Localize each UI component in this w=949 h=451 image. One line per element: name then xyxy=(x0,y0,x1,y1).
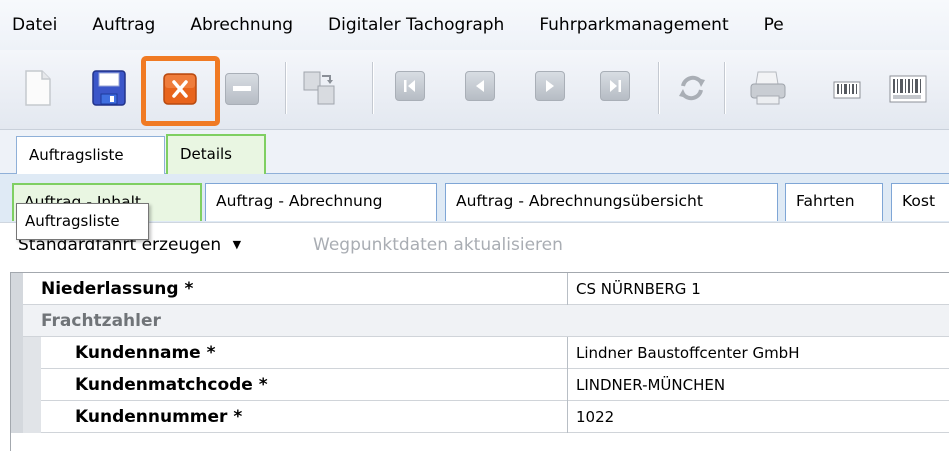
wegpunktdaten-button[interactable]: Wegpunktdaten aktualisieren xyxy=(313,235,563,255)
menu-pe[interactable]: Pe xyxy=(764,15,784,35)
barcode-icon[interactable] xyxy=(832,70,864,106)
row-label: Kundenname * xyxy=(75,343,216,363)
next-record-icon[interactable] xyxy=(535,71,565,101)
barcode-label-icon[interactable] xyxy=(888,70,928,106)
toolbar-separator xyxy=(658,62,660,114)
tab-fahrten[interactable]: Fahrten xyxy=(785,183,883,221)
row-gutter xyxy=(11,305,23,337)
copy-transfer-icon[interactable] xyxy=(302,70,335,106)
row-label: Niederlassung * xyxy=(41,279,194,299)
row-gutter xyxy=(11,273,23,305)
row-gutter xyxy=(11,337,23,369)
row-label: Kundenmatchcode * xyxy=(75,375,268,395)
print-icon[interactable] xyxy=(748,70,788,106)
row-value[interactable]: CS NÜRNBERG 1 xyxy=(567,273,949,305)
row-indent xyxy=(23,369,41,401)
row-gutter xyxy=(11,369,23,401)
row-value[interactable]: Lindner Baustoffcenter GmbH xyxy=(567,337,949,369)
menu-datei[interactable]: Datei xyxy=(12,15,57,35)
tab-auftragsliste[interactable]: Auftragsliste xyxy=(16,136,165,174)
menu-auftrag[interactable]: Auftrag xyxy=(92,15,155,35)
toolbar-separator xyxy=(285,62,287,114)
row-indent xyxy=(23,337,41,369)
main-tab-strip: Auftragsliste Details xyxy=(0,130,949,174)
category-label: Frachtzahler xyxy=(41,311,161,331)
grid-row-niederlassung[interactable]: Niederlassung * CS NÜRNBERG 1 xyxy=(11,273,949,305)
menu-digitaler-tachograph[interactable]: Digitaler Tachograph xyxy=(328,15,504,35)
grid-row-kundenmatchcode[interactable]: Kundenmatchcode * LINDNER-MÜNCHEN xyxy=(11,369,949,401)
tab-kosten[interactable]: Kost xyxy=(891,183,949,221)
close-button-highlight xyxy=(141,56,220,126)
row-value[interactable]: 1022 xyxy=(567,401,949,433)
row-value[interactable]: LINDNER-MÜNCHEN xyxy=(567,369,949,401)
menu-bar: Datei Auftrag Abrechnung Digitaler Tacho… xyxy=(0,0,949,50)
row-label: Kundennummer * xyxy=(75,407,243,427)
toolbar-separator xyxy=(372,62,374,114)
minus-icon[interactable] xyxy=(225,73,259,105)
tab-details[interactable]: Details xyxy=(166,134,266,174)
grid-category-frachtzahler[interactable]: Frachtzahler xyxy=(11,305,949,337)
grid-row-kundennummer[interactable]: Kundennummer * 1022 xyxy=(11,401,949,433)
last-record-icon[interactable] xyxy=(600,71,630,101)
chevron-down-icon: ▼ xyxy=(232,238,242,251)
tab-auftrag-abrechnung[interactable]: Auftrag - Abrechnung xyxy=(205,183,437,221)
first-record-icon[interactable] xyxy=(395,71,425,101)
grid-row-kundenname[interactable]: Kundenname * Lindner Baustoffcenter GmbH xyxy=(11,337,949,369)
tooltip: Auftragsliste xyxy=(16,203,149,240)
menu-abrechnung[interactable]: Abrechnung xyxy=(190,15,293,35)
row-gutter xyxy=(11,401,23,433)
row-indent xyxy=(23,401,41,433)
property-grid: Niederlassung * CS NÜRNBERG 1 Frachtzahl… xyxy=(10,272,949,451)
save-icon[interactable] xyxy=(92,70,126,106)
previous-record-icon[interactable] xyxy=(465,71,495,101)
tab-auftrag-abrechnungsuebersicht[interactable]: Auftrag - Abrechnungsübersicht xyxy=(445,183,778,221)
refresh-icon[interactable] xyxy=(675,70,707,106)
toolbar-separator xyxy=(724,62,726,114)
new-document-icon[interactable] xyxy=(22,70,54,106)
menu-fuhrparkmanagement[interactable]: Fuhrparkmanagement xyxy=(539,15,728,35)
